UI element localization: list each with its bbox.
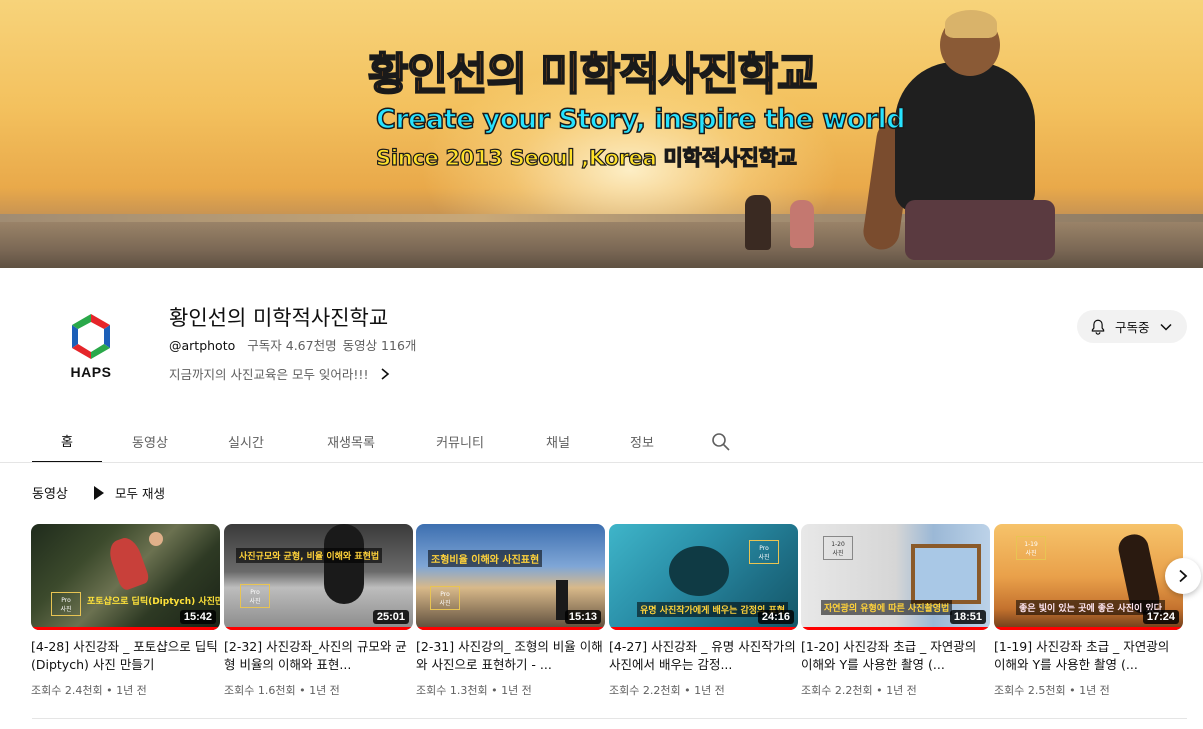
chevron-down-icon [1159, 323, 1172, 331]
thumbnail-badge: Pro 사진 [430, 586, 460, 610]
tab-community[interactable]: 커뮤니티 [408, 420, 512, 463]
channel-description[interactable]: 지금까지의 사진교육은 모두 잊어라!!! [169, 364, 390, 383]
watch-progress [801, 627, 990, 630]
video-meta: 조회수 1.3천회 • 1년 전 [416, 684, 532, 697]
video-duration: 24:16 [757, 610, 794, 624]
thumbnail-text: 조형비율 이해와 사진표현 [428, 550, 543, 567]
tab-playlists[interactable]: 재생목록 [294, 420, 408, 463]
banner-figure [895, 62, 1035, 212]
subscriber-count: 구독자 4.67천명 [247, 338, 337, 353]
watch-progress [609, 627, 798, 630]
watch-progress [31, 627, 220, 630]
search-icon[interactable] [711, 432, 731, 452]
video-meta: 조회수 1.6천회 • 1년 전 [224, 684, 340, 697]
thumbnail-badge: 1-20 사진 [823, 536, 853, 560]
video-title[interactable]: [1-20] 사진강좌 초급 _ 자연광의 이해와 Y를 사용한 촬영 (... [801, 638, 990, 674]
video-thumbnail[interactable]: Pro 사진 유명 사진작가에게 배우는 감정의 표현 24:16 [609, 524, 798, 630]
video-thumbnail[interactable]: 1-20 사진 자연광의 유형에 따른 사진촬영법 18:51 [801, 524, 990, 630]
video-thumbnail[interactable]: 조형비율 이해와 사진표현 Pro 사진 15:13 [416, 524, 605, 630]
banner-figure [790, 200, 814, 248]
thumbnail-text: 자연광의 유형에 따른 사진촬영법 [821, 600, 953, 615]
video-duration: 18:51 [949, 610, 986, 624]
carousel-next-button[interactable] [1165, 558, 1201, 594]
video-card[interactable]: Pro사진 포토샵으로 딥틱(Diptych) 사진만들기 15:42 [4-2… [31, 524, 220, 698]
subscribed-button[interactable]: 구독중 [1077, 310, 1187, 343]
chevron-right-icon [381, 367, 390, 380]
tab-videos[interactable]: 동영상 [102, 420, 198, 463]
logo-text: HAPS [70, 364, 112, 380]
section-divider [32, 718, 1187, 719]
thumbnail-badge: 1-19 사진 [1016, 536, 1046, 560]
channel-banner: 황인선의 미학적사진학교 Create your Story, inspire … [0, 0, 1203, 268]
thumbnail-badge: Pro 사진 [51, 592, 81, 616]
video-thumbnail[interactable]: 사진규모와 균형, 비율 이해와 표현법 Pro 사진 25:01 [224, 524, 413, 630]
video-title[interactable]: [2-31] 사진강의_ 조형의 비율 이해와 사진으로 표현하기 - ... [416, 638, 605, 674]
video-meta: 조회수 2.2천회 • 1년 전 [609, 684, 725, 697]
video-card[interactable]: Pro 사진 유명 사진작가에게 배우는 감정의 표현 24:16 [4-27] … [609, 524, 798, 698]
banner-title: 황인선의 미학적사진학교 [367, 48, 819, 101]
video-card[interactable]: 조형비율 이해와 사진표현 Pro 사진 15:13 [2-31] 사진강의_ 조… [416, 524, 605, 698]
video-title[interactable]: [4-27] 사진강좌 _ 유명 사진작가의 사진에서 배우는 감정... [609, 638, 798, 674]
video-duration: 15:42 [179, 610, 216, 624]
banner-figure [945, 10, 997, 38]
tab-home[interactable]: 홈 [32, 420, 102, 463]
channel-tabs: 홈 동영상 실시간 재생목록 커뮤니티 채널 정보 [32, 420, 680, 463]
video-card[interactable]: 1-19 사진 좋은 빛이 있는 곳에 좋은 사진이 있다 17:24 [1-19… [994, 524, 1183, 698]
banner-subtitle: Since 2013 Seoul ,Korea 미학적사진학교 [375, 145, 797, 170]
subscribed-label: 구독중 [1115, 320, 1150, 335]
channel-avatar[interactable]: HAPS [46, 298, 136, 388]
watch-progress [224, 627, 413, 630]
video-title[interactable]: [1-19] 사진강좌 초급 _ 자연광의 이해와 Y를 사용한 촬영 (... [994, 638, 1183, 674]
chevron-right-icon [1179, 569, 1188, 583]
channel-name: 황인선의 미학적사진학교 [169, 306, 389, 330]
thumbnail-badge: Pro 사진 [240, 584, 270, 608]
banner-figure [905, 200, 1055, 260]
thumbnail-text: 포토샵으로 딥틱(Diptych) 사진만들기 [87, 597, 220, 607]
video-duration: 25:01 [372, 610, 409, 624]
tabs-divider [0, 462, 1203, 463]
video-thumbnail[interactable]: Pro사진 포토샵으로 딥틱(Diptych) 사진만들기 15:42 [31, 524, 220, 630]
video-duration: 17:24 [1142, 610, 1179, 624]
tab-about[interactable]: 정보 [604, 420, 680, 463]
video-card[interactable]: 사진규모와 균형, 비율 이해와 표현법 Pro 사진 25:01 [2-32] … [224, 524, 413, 698]
video-duration: 15:13 [564, 610, 601, 624]
channel-meta: @artphoto 구독자 4.67천명 동영상 116개 [169, 335, 416, 354]
banner-figure [745, 195, 771, 250]
video-meta: 조회수 2.5천회 • 1년 전 [994, 684, 1110, 697]
video-thumbnail[interactable]: 1-19 사진 좋은 빛이 있는 곳에 좋은 사진이 있다 17:24 [994, 524, 1183, 630]
bell-icon [1091, 319, 1105, 335]
section-title[interactable]: 동영상 [32, 483, 68, 502]
video-meta: 조회수 2.2천회 • 1년 전 [801, 684, 917, 697]
watch-progress [994, 627, 1183, 630]
tab-channels[interactable]: 채널 [512, 420, 604, 463]
thumbnail-badge: Pro 사진 [749, 540, 779, 564]
video-title[interactable]: [4-28] 사진강좌 _ 포토샵으로 딥틱 (Diptych) 사진 만들기 [31, 638, 220, 674]
video-count: 동영상 116개 [342, 338, 417, 353]
haps-logo-icon [72, 314, 110, 359]
play-all-button[interactable]: 모두 재생 [94, 483, 165, 502]
watch-progress [416, 627, 605, 630]
tab-live[interactable]: 실시간 [198, 420, 294, 463]
video-title[interactable]: [2-32] 사진강좌_사진의 규모와 균형 비율의 이해와 표현... [224, 638, 413, 674]
channel-description-text: 지금까지의 사진교육은 모두 잊어라!!! [169, 367, 369, 382]
play-all-label: 모두 재생 [115, 486, 165, 501]
video-meta: 조회수 2.4천회 • 1년 전 [31, 684, 147, 697]
thumbnail-text: 사진규모와 균형, 비율 이해와 표현법 [236, 548, 383, 563]
banner-subtitle: Create your Story, inspire the world [375, 103, 906, 136]
channel-handle: @artphoto [169, 338, 236, 353]
play-icon [94, 485, 104, 500]
video-card[interactable]: 1-20 사진 자연광의 유형에 따른 사진촬영법 18:51 [1-20] 사진… [801, 524, 990, 698]
